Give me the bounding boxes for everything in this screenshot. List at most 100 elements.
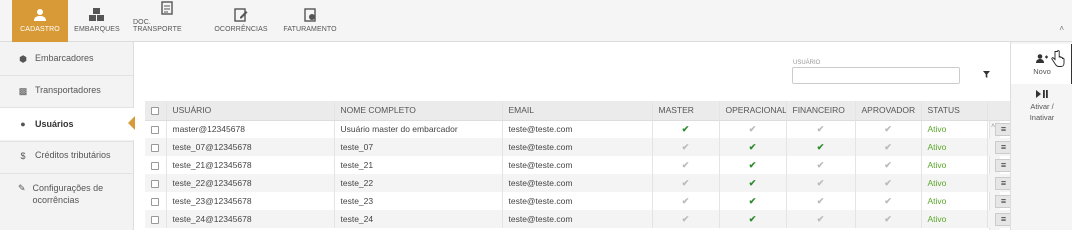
- cell-operacional: ✔: [719, 156, 787, 174]
- check-icon: ✔: [884, 213, 892, 224]
- cell-operacional: ✔: [719, 120, 787, 138]
- row-checkbox[interactable]: [145, 138, 167, 156]
- filter-icon[interactable]: [983, 71, 990, 78]
- row-checkbox[interactable]: [145, 210, 167, 228]
- cell-usuario: teste_24@12345678: [166, 210, 335, 228]
- nav-doc-transporte-label: DOC. TRANSPORTE: [133, 19, 182, 33]
- cell-master: ✔: [652, 192, 720, 210]
- cell-status: Ativo: [921, 210, 988, 228]
- play-pause-icon: [1036, 90, 1048, 98]
- boxes-icon: [89, 8, 104, 21]
- sidebar-item-label: Transportadores: [35, 85, 101, 95]
- cell-aprovador: ✔: [855, 156, 922, 174]
- cube-icon: ⬢: [19, 54, 27, 64]
- row-checkbox[interactable]: [145, 156, 167, 174]
- check-icon: ✔: [816, 141, 825, 152]
- sidebar-item-configuracoes[interactable]: ✎ Configurações de ocorrências: [0, 182, 134, 206]
- col-header-status[interactable]: STATUS: [921, 101, 988, 121]
- check-icon: ✔: [681, 195, 690, 206]
- cell-usuario: teste_23@12345678: [166, 192, 335, 210]
- hand-cursor-icon: [1051, 50, 1065, 67]
- actions-panel: Novo Ativar / Inativar: [1010, 42, 1072, 230]
- col-header-nome[interactable]: NOME COMPLETO: [334, 101, 503, 121]
- sidebar-item-label: Embarcadores: [35, 53, 94, 63]
- cell-operacional: ✔: [719, 192, 787, 210]
- check-icon: ✔: [748, 213, 757, 224]
- sidebar: ⬢ Embarcadores ▩ Transportadores ● Usuár…: [0, 42, 135, 230]
- cell-financeiro: ✔: [786, 192, 856, 210]
- edit-icon: ✎: [18, 183, 26, 193]
- cell-master: ✔: [652, 120, 720, 138]
- col-header-operacional[interactable]: OPERACIONAL: [719, 101, 787, 121]
- cell-operacional: ✔: [719, 138, 787, 156]
- check-icon: ✔: [748, 123, 757, 134]
- cell-aprovador: ✔: [855, 192, 922, 210]
- table-row[interactable]: teste_07@12345678 teste_07 teste@teste.com…: [145, 138, 1021, 156]
- cell-nome: Usuário master do embarcador: [334, 120, 503, 138]
- cell-master: ✔: [652, 156, 720, 174]
- divider: [0, 141, 134, 142]
- cell-email: teste@teste.com: [502, 156, 653, 174]
- sidebar-item-usuarios[interactable]: ● Usuários: [0, 108, 135, 140]
- cell-master: ✔: [652, 210, 720, 228]
- collapse-chevron-icon[interactable]: ˄: [1059, 24, 1064, 33]
- table-row[interactable]: teste_21@12345678 teste_21 teste@teste.com…: [145, 156, 1021, 174]
- col-header-master[interactable]: MASTER: [652, 101, 720, 121]
- cell-email: teste@teste.com: [502, 174, 653, 192]
- cell-aprovador: ✔: [855, 174, 922, 192]
- col-header-usuario[interactable]: USUÁRIO: [166, 101, 335, 121]
- cell-nome: teste_24: [334, 210, 503, 228]
- divider: [0, 75, 134, 76]
- nav-ocorrencias[interactable]: OCORRÊNCIAS: [212, 0, 270, 42]
- nav-embarques[interactable]: EMBARQUES: [70, 0, 124, 42]
- cell-status: Ativo: [921, 138, 988, 156]
- sidebar-item-transportadores[interactable]: ▩ Transportadores: [0, 85, 134, 97]
- nav-faturamento[interactable]: FATURAMENTO: [280, 0, 340, 42]
- col-header-email[interactable]: EMAIL: [502, 101, 653, 121]
- row-checkbox[interactable]: [145, 174, 167, 192]
- check-icon: ✔: [748, 159, 757, 170]
- table-row[interactable]: teste_23@12345678 teste_23 teste@teste.com…: [145, 192, 1021, 210]
- ativar-inativar-button[interactable]: Ativar / Inativar: [1011, 90, 1072, 132]
- check-icon: ✔: [748, 195, 757, 206]
- truck-icon: ▩: [18, 86, 28, 96]
- cell-operacional: ✔: [719, 210, 787, 228]
- filter-label: USUÁRIO: [793, 60, 821, 66]
- cell-email: teste@teste.com: [502, 138, 653, 156]
- table-row[interactable]: teste_22@12345678 teste_22 teste@teste.com…: [145, 174, 1021, 192]
- dollar-icon: $: [20, 151, 26, 161]
- check-icon: ✔: [884, 141, 892, 152]
- cell-status: Ativo: [921, 174, 988, 192]
- nav-cadastro-label: CADASTRO: [20, 26, 60, 33]
- invoice-icon: [304, 8, 316, 22]
- row-checkbox[interactable]: [145, 120, 167, 138]
- divider: [0, 173, 134, 174]
- table-row[interactable]: teste_24@12345678 teste_24 teste@teste.com…: [145, 210, 1021, 228]
- nav-doc-transporte[interactable]: DOC. TRANSPORTE: [133, 0, 201, 42]
- document-icon: [161, 1, 173, 15]
- user-icon: [34, 9, 46, 21]
- cell-master: ✔: [652, 174, 720, 192]
- col-header-aprovador[interactable]: APROVADOR: [855, 101, 922, 121]
- sidebar-item-embarcadores[interactable]: ⬢ Embarcadores: [0, 53, 134, 65]
- col-header-financeiro[interactable]: FINANCEIRO: [786, 101, 856, 121]
- novo-label: Novo: [1033, 67, 1051, 76]
- cell-status: Ativo: [921, 192, 988, 210]
- check-icon: ✔: [816, 159, 825, 170]
- nav-cadastro[interactable]: CADASTRO: [12, 0, 68, 42]
- cell-nome: teste_22: [334, 174, 503, 192]
- cell-aprovador: ✔: [855, 120, 922, 138]
- cell-master: ✔: [652, 138, 720, 156]
- check-icon: ✔: [884, 159, 892, 170]
- select-all-checkbox[interactable]: [145, 101, 167, 121]
- check-icon: ✔: [884, 195, 892, 206]
- sidebar-item-label: Usuários: [35, 119, 74, 129]
- nav-embarques-label: EMBARQUES: [74, 26, 120, 33]
- cell-status: Ativo: [921, 120, 988, 138]
- table-row[interactable]: master@12345678 Usuário master do embarca…: [145, 120, 1021, 138]
- sidebar-item-creditos[interactable]: $ Créditos tributários: [0, 150, 134, 162]
- usuario-filter-input[interactable]: [792, 67, 960, 84]
- row-checkbox[interactable]: [145, 192, 167, 210]
- cell-financeiro: ✔: [786, 120, 856, 138]
- cell-status: Ativo: [921, 156, 988, 174]
